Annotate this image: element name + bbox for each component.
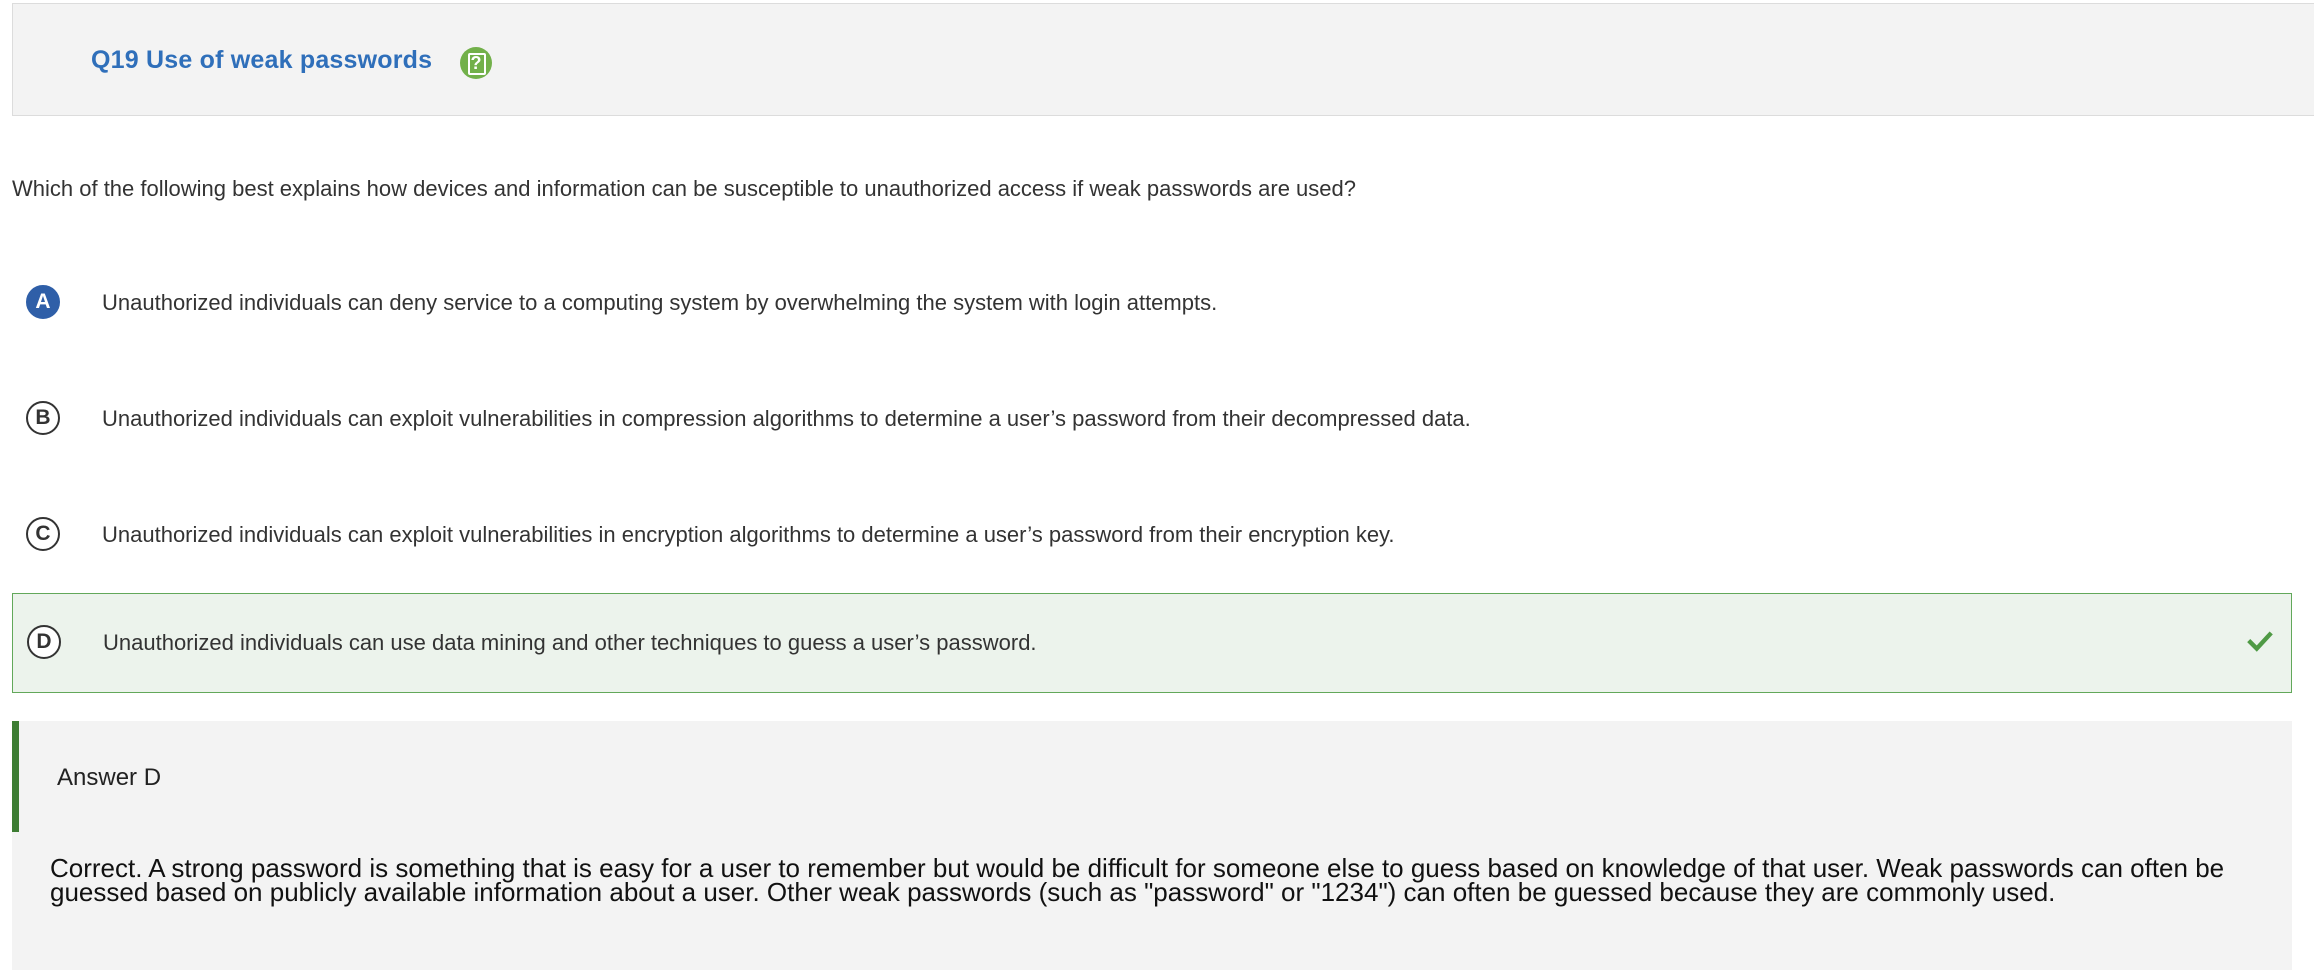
question-text: Which of the following best explains how…	[12, 176, 1356, 201]
answer-explanation: Correct. A strong password is something …	[50, 853, 2225, 907]
option-c[interactable]: C Unauthorized individuals can exploit v…	[12, 485, 2292, 585]
answer-panel: Answer D Correct. A strong password is s…	[12, 721, 2292, 970]
option-c-letter-icon[interactable]: C	[26, 517, 60, 551]
help-glyph: ?	[470, 53, 482, 73]
question-title: Q19 Use of weak passwords	[91, 46, 433, 74]
answer-accent-bar	[12, 721, 19, 832]
checkmark-icon	[2247, 631, 2273, 652]
option-c-text: Unauthorized individuals can exploit vul…	[102, 522, 1395, 547]
option-a-text: Unauthorized individuals can deny servic…	[102, 290, 1218, 315]
option-b-letter-icon[interactable]: B	[26, 401, 60, 435]
question-header: Q19 Use of weak passwords ?	[12, 3, 2314, 116]
option-d-text: Unauthorized individuals can use data mi…	[103, 630, 1037, 655]
option-a-letter-icon[interactable]: A	[26, 285, 60, 319]
answer-title: Answer D	[57, 764, 162, 791]
option-b[interactable]: B Unauthorized individuals can exploit v…	[12, 369, 2292, 469]
option-a[interactable]: A Unauthorized individuals can deny serv…	[12, 253, 2292, 353]
option-d-letter-icon[interactable]: D	[27, 625, 61, 659]
option-b-text: Unauthorized individuals can exploit vul…	[102, 406, 1471, 431]
option-d[interactable]: D Unauthorized individuals can use data …	[12, 593, 2292, 693]
help-icon[interactable]: ?	[460, 47, 492, 79]
